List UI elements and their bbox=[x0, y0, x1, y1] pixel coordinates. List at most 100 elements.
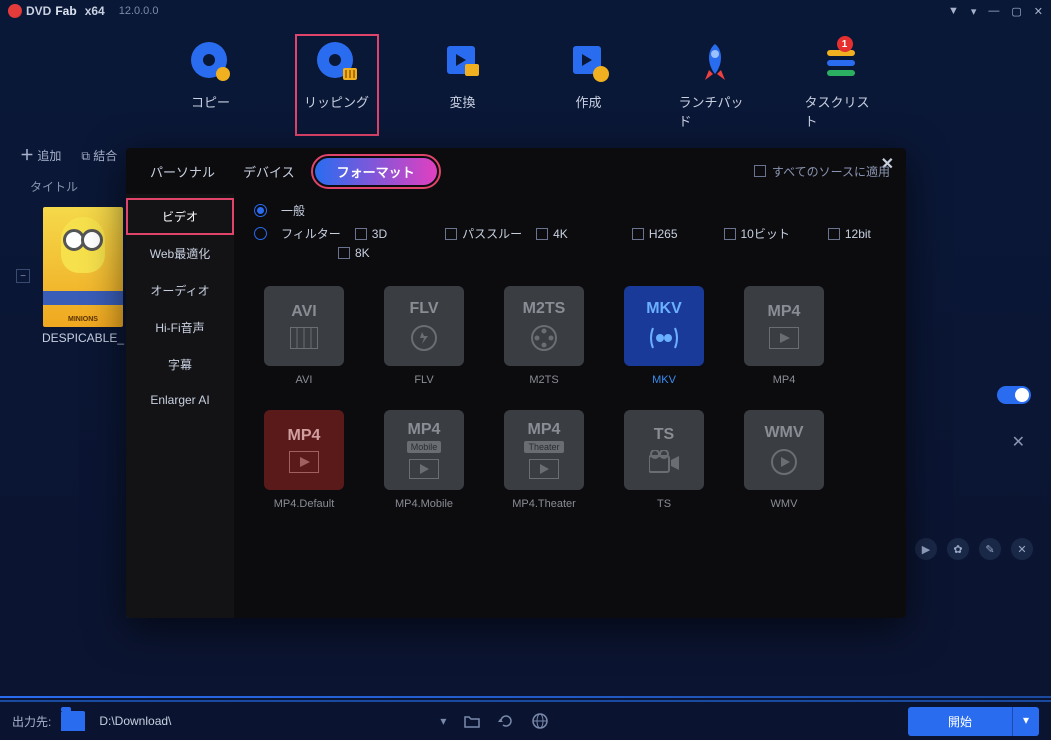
format-modal: ✕ パーソナル デバイス フォーマット すべてのソースに適用 ビデオ Web最適… bbox=[126, 148, 906, 618]
format-label: MP4.Theater bbox=[512, 498, 576, 510]
delete-button[interactable]: ✕ bbox=[1011, 538, 1033, 560]
tab-convert[interactable]: 変換 bbox=[427, 40, 499, 130]
format-flv[interactable]: FLV FLV bbox=[374, 286, 474, 386]
maximize-button[interactable]: ▢ bbox=[1011, 5, 1021, 18]
sidebar-item-subtitle[interactable]: 字幕 bbox=[126, 346, 234, 383]
check-3d[interactable] bbox=[355, 228, 367, 240]
output-path-text: D:\Download\ bbox=[99, 714, 171, 728]
merge-label: 結合 bbox=[93, 149, 117, 163]
modal-tab-personal[interactable]: パーソナル bbox=[142, 158, 223, 185]
tile-sub: Theater bbox=[524, 441, 563, 453]
tile-sub: Mobile bbox=[407, 441, 442, 453]
check-passthrough-label: パススルー bbox=[462, 225, 522, 242]
brand-suffix: Fab bbox=[55, 4, 76, 18]
format-label: MKV bbox=[652, 374, 676, 386]
start-button[interactable]: 開始 bbox=[908, 707, 1012, 736]
browse-folder-button[interactable] bbox=[460, 714, 484, 728]
format-wmv[interactable]: WMV WMV bbox=[734, 410, 834, 510]
play-icon bbox=[769, 327, 799, 349]
minimize-button[interactable]: — bbox=[988, 5, 999, 18]
close-window-button[interactable]: ✕ bbox=[1034, 5, 1043, 18]
progress-line bbox=[0, 696, 1051, 698]
check-passthrough[interactable] bbox=[445, 228, 457, 240]
tile-text: TS bbox=[654, 426, 674, 444]
radio-filter-label: フィルター bbox=[281, 225, 341, 242]
apply-all-checkbox-group[interactable]: すべてのソースに適用 bbox=[754, 163, 890, 180]
format-label: M2TS bbox=[529, 374, 558, 386]
edit-button[interactable]: ✎ bbox=[979, 538, 1001, 560]
check-12bit[interactable] bbox=[828, 228, 840, 240]
format-mkv[interactable]: MKV MKV bbox=[614, 286, 714, 386]
format-mp4[interactable]: MP4 MP4 bbox=[734, 286, 834, 386]
item-enable-toggle[interactable] bbox=[997, 386, 1031, 404]
folder-icon[interactable] bbox=[61, 711, 85, 731]
web-button[interactable] bbox=[528, 713, 552, 729]
collapse-button[interactable]: − bbox=[16, 269, 30, 283]
movie-title: DESPICABLE_ bbox=[42, 331, 124, 345]
tile-text: MP4 bbox=[768, 303, 801, 321]
tab-ripping-label: リッピング bbox=[304, 92, 369, 111]
check-8k-label: 8K bbox=[355, 246, 370, 260]
dropdown-icon[interactable]: ▾ bbox=[971, 5, 977, 18]
tab-tasklist[interactable]: 1 タスクリスト bbox=[805, 40, 877, 130]
tasklist-icon: 1 bbox=[819, 40, 863, 84]
tile-text: MP4 bbox=[528, 421, 561, 439]
tab-launchpad[interactable]: ランチパッド bbox=[679, 40, 751, 130]
tab-launchpad-label: ランチパッド bbox=[679, 92, 751, 130]
play-icon bbox=[529, 459, 559, 479]
tab-ripping[interactable]: リッピング bbox=[301, 40, 373, 130]
shirt-icon[interactable]: ▼ bbox=[948, 5, 959, 18]
format-m2ts[interactable]: M2TS M2TS bbox=[494, 286, 594, 386]
filter-row-3: 8K bbox=[254, 246, 886, 260]
filter-row-1: 一般 bbox=[254, 202, 886, 219]
app-version: 12.0.0.0 bbox=[119, 5, 159, 17]
format-mp4-default[interactable]: MP4 MP4.Default bbox=[254, 410, 354, 510]
format-grid: AVI AVI FLV FLV M2TS M2TS bbox=[254, 286, 886, 510]
tab-create[interactable]: 作成 bbox=[553, 40, 625, 130]
modal-tab-format[interactable]: フォーマット bbox=[315, 158, 437, 185]
check-h265[interactable] bbox=[632, 228, 644, 240]
check-10bit-label: 10ビット bbox=[741, 225, 790, 242]
filter-row-2: フィルター 3D パススルー 4K H265 10ビット 12bit bbox=[254, 225, 886, 242]
tab-tasklist-label: タスクリスト bbox=[805, 92, 877, 130]
check-4k-label: 4K bbox=[553, 227, 568, 241]
sidebar-item-video[interactable]: ビデオ bbox=[126, 198, 234, 235]
format-mp4-mobile[interactable]: MP4Mobile MP4.Mobile bbox=[374, 410, 474, 510]
movie-thumbnail[interactable]: MINIONS bbox=[43, 207, 123, 327]
apply-all-checkbox[interactable] bbox=[754, 165, 766, 177]
tab-create-label: 作成 bbox=[575, 92, 601, 111]
check-8k[interactable] bbox=[338, 247, 350, 259]
refresh-button[interactable] bbox=[494, 713, 518, 729]
check-4k[interactable] bbox=[536, 228, 548, 240]
output-path[interactable]: D:\Download\ ▾ bbox=[95, 714, 450, 728]
add-label: 追加 bbox=[37, 149, 61, 163]
format-mp4-theater[interactable]: MP4 Theater MP4.Theater bbox=[494, 410, 594, 510]
modal-header: パーソナル デバイス フォーマット すべてのソースに適用 bbox=[126, 148, 906, 194]
main-tabs: コピー リッピング 変換 作成 ランチパッド 1 タスクリスト bbox=[0, 22, 1051, 140]
modal-body: ビデオ Web最適化 オーディオ Hi-Fi音声 字幕 Enlarger AI … bbox=[126, 194, 906, 618]
tab-copy[interactable]: コピー bbox=[175, 40, 247, 130]
radio-filter[interactable] bbox=[254, 227, 267, 240]
item-remove-button[interactable]: ✕ bbox=[1012, 432, 1025, 452]
sidebar-item-enlarger[interactable]: Enlarger AI bbox=[126, 383, 234, 417]
camera-icon bbox=[649, 450, 679, 474]
settings-gear-button[interactable]: ✿ bbox=[947, 538, 969, 560]
check-10bit[interactable] bbox=[724, 228, 736, 240]
sidebar-item-audio[interactable]: オーディオ bbox=[126, 272, 234, 309]
merge-button[interactable]: ⧉ 結合 bbox=[81, 147, 117, 164]
add-button[interactable]: ＋ 追加 bbox=[20, 145, 61, 165]
path-dropdown-icon[interactable]: ▾ bbox=[440, 714, 446, 728]
bottom-bar: 出力先: D:\Download\ ▾ 開始 ▾ bbox=[0, 700, 1051, 740]
play-preview-button[interactable]: ▶ bbox=[915, 538, 937, 560]
task-badge: 1 bbox=[837, 36, 853, 52]
modal-tab-device[interactable]: デバイス bbox=[235, 158, 303, 185]
format-avi[interactable]: AVI AVI bbox=[254, 286, 354, 386]
sidebar-item-hifi[interactable]: Hi-Fi音声 bbox=[126, 309, 234, 346]
disc-copy-icon bbox=[189, 40, 233, 84]
format-ts[interactable]: TS TS bbox=[614, 410, 714, 510]
start-dropdown-button[interactable]: ▾ bbox=[1012, 707, 1039, 736]
sidebar-item-web[interactable]: Web最適化 bbox=[126, 235, 234, 272]
radio-general[interactable] bbox=[254, 204, 267, 217]
tile-text: WMV bbox=[764, 424, 803, 442]
apply-all-label: すべてのソースに適用 bbox=[772, 163, 890, 180]
